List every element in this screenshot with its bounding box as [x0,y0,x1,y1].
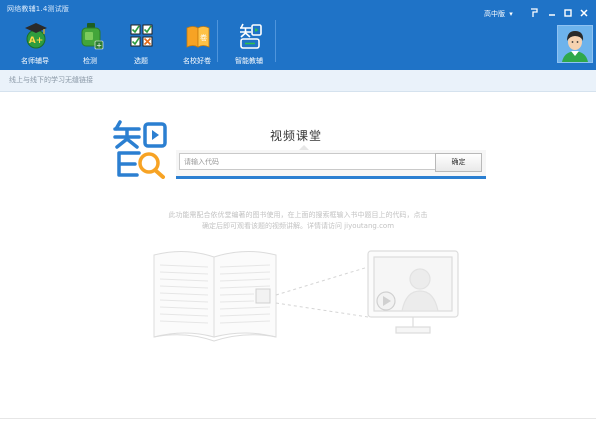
svg-text:卷: 卷 [200,33,207,42]
subbar-text: 线上与线下的学习无缝链接 [9,76,93,84]
help-line-1: 此功能需配合依优堂编著的图书使用，在上面的搜索框输入书中题目上的代码，点击 [168,211,428,219]
sub-header: 线上与线下的学习无缝链接 [0,70,596,92]
nav-smart-tutor[interactable]: 智能教辅 [227,20,271,68]
footer-divider [0,418,596,419]
title-bar: 网络教辅1.4测试版 A+ 名师辅导 + 检测 选题 卷 名校好卷 智能教辅 高… [0,0,596,70]
chevron-down-icon: ▾ [509,10,513,18]
nav-separator [217,20,218,62]
app-title: 网络教辅1.4测试版 [7,5,70,13]
page-title: 视频课堂 [270,129,323,143]
nav-label: 名师辅导 [21,57,49,65]
help-description: 此功能需配合依优堂编著的图书使用，在上面的搜索框输入书中题目上的代码，点击 确定… [150,210,446,232]
nav-label: 名校好卷 [183,57,211,65]
zhi-logo-icon [113,120,167,179]
nav-choose[interactable]: 选题 [119,20,163,68]
svg-text:A+: A+ [29,36,44,46]
paper-book-icon: 卷 [186,26,210,48]
nav-detect[interactable]: + 检测 [68,20,112,68]
open-book-icon [153,251,277,342]
help-line-2: 确定后即可观看该题的视频讲解。详情请访问 jiyoutang.com [201,222,395,230]
nav-separator [275,20,276,62]
search-panel: 确定 [176,150,486,179]
nav-famous-tutor[interactable]: A+ 名师辅导 [13,20,57,68]
user-avatar-icon [558,26,592,62]
confirm-button[interactable]: 确定 [435,153,482,172]
version-selector[interactable]: 高中版 ▾ [484,9,513,19]
nav-label: 选题 [134,57,148,65]
zhi-logo-icon [240,23,262,49]
pin-icon[interactable] [528,8,540,20]
code-search-input[interactable] [179,153,439,170]
avatar[interactable] [557,25,593,63]
nav-label: 检测 [83,57,97,65]
close-button[interactable] [578,8,590,20]
svg-text:+: + [96,42,102,50]
nav-good-papers[interactable]: 卷 名校好卷 [175,20,219,68]
maximize-button[interactable] [562,8,574,20]
nav-label: 智能教辅 [235,57,263,65]
graduate-cap-icon: A+ [25,23,47,49]
minimize-button[interactable] [546,8,558,20]
ink-bottle-icon: + [81,23,104,50]
checklist-icon [130,24,153,47]
dashed-connector [275,266,369,318]
video-screen-icon [367,250,459,334]
book-to-video-illustration [153,250,459,342]
version-label: 高中版 [484,10,505,18]
